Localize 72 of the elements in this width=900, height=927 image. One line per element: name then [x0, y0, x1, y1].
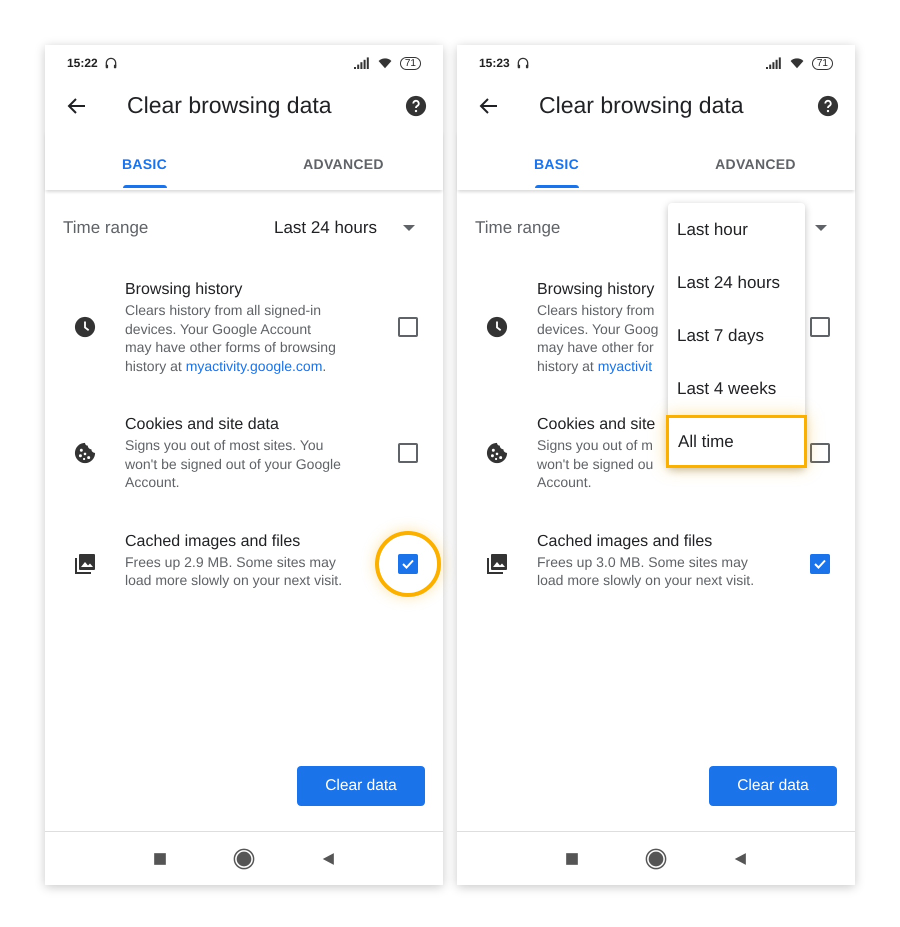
time-range-value[interactable]: Last 24 hours: [274, 218, 377, 238]
battery-level: 71: [400, 56, 421, 70]
time-range-label: Time range: [63, 218, 148, 238]
cookie-icon: [74, 442, 96, 464]
option-description: Signs you out of m: [537, 436, 653, 454]
option-title: Browsing history: [537, 280, 654, 300]
headset-icon: [516, 56, 530, 70]
images-icon: [485, 552, 509, 576]
option-description: load more slowly on your next visit.: [125, 571, 342, 590]
tab[interactable]: BASIC: [457, 130, 656, 190]
menu-item[interactable]: All time: [666, 415, 807, 468]
tab[interactable]: ADVANCED: [656, 130, 855, 190]
option-title: Cached images and files: [537, 532, 712, 552]
status-time: 15:22: [67, 56, 98, 70]
activity-link[interactable]: myactivity.google.com: [186, 358, 322, 374]
clear-data-button[interactable]: Clear data: [297, 766, 425, 806]
menu-item[interactable]: Last hour: [668, 203, 805, 256]
option-description: Frees up 3.0 MB. Some sites may: [537, 552, 748, 571]
option-description: may have other forms of browsing: [125, 338, 336, 356]
checkbox[interactable]: [398, 317, 418, 337]
option-title: Cookies and site: [537, 415, 656, 435]
time-range-label: Time range: [475, 218, 560, 238]
signal-icon: [354, 57, 370, 69]
clear-data-button[interactable]: Clear data: [709, 766, 837, 806]
option-description: Signs you out of most sites. You: [125, 436, 324, 454]
activity-link[interactable]: myactivit: [598, 358, 652, 374]
option-description: history at myactivity.google.com.: [125, 356, 326, 375]
tab[interactable]: ADVANCED: [244, 130, 443, 190]
home-icon: [645, 848, 667, 870]
menu-item[interactable]: Last 24 hours: [668, 256, 805, 309]
dropdown-caret-icon: [403, 225, 415, 231]
back-icon: [733, 850, 747, 866]
option-description: may have other for: [537, 338, 654, 356]
back-icon: [321, 850, 335, 866]
images-icon: [73, 552, 97, 576]
option-title: Cookies and site data: [125, 415, 279, 435]
option-title: Browsing history: [125, 280, 242, 300]
option-title: Cached images and files: [125, 532, 300, 552]
page-title: Clear browsing data: [127, 92, 333, 119]
option-description: won't be signed out of your Google: [125, 454, 341, 473]
menu-item[interactable]: Last 4 weeks: [668, 362, 805, 415]
checkbox[interactable]: [810, 442, 830, 463]
option-description: Frees up 2.9 MB. Some sites may: [125, 552, 336, 571]
signal-icon: [766, 57, 782, 69]
checkbox[interactable]: [398, 442, 418, 463]
option-description: won't be signed ou: [537, 454, 654, 473]
status-time: 15:23: [479, 56, 510, 70]
tab[interactable]: BASIC: [45, 130, 244, 190]
checkbox[interactable]: [398, 554, 418, 574]
home-icon: [233, 848, 255, 870]
option-description: history at myactivit: [537, 356, 652, 375]
checkbox[interactable]: [810, 317, 830, 337]
option-description: devices. Your Google Account: [125, 320, 312, 338]
cookie-icon: [486, 442, 508, 464]
clock-icon: [486, 316, 508, 338]
help-icon: [405, 94, 427, 116]
recents-icon: [153, 852, 167, 866]
headset-icon: [104, 56, 118, 70]
clock-icon: [74, 316, 96, 338]
page-title: Clear browsing data: [539, 92, 745, 119]
option-description: Account.: [125, 473, 180, 492]
option-description: Clears history from: [537, 301, 654, 320]
menu-item[interactable]: Last 7 days: [668, 309, 805, 362]
recents-icon: [565, 852, 579, 866]
dropdown-caret-icon: [815, 225, 827, 231]
option-description: Account.: [537, 473, 592, 492]
option-description: Clears history from all signed-in: [125, 301, 322, 320]
option-description: devices. Your Goog: [537, 320, 658, 338]
option-description: load more slowly on your next visit.: [537, 571, 754, 590]
help-icon: [817, 94, 839, 116]
checkbox[interactable]: [810, 554, 830, 574]
battery-level: 71: [812, 56, 833, 70]
